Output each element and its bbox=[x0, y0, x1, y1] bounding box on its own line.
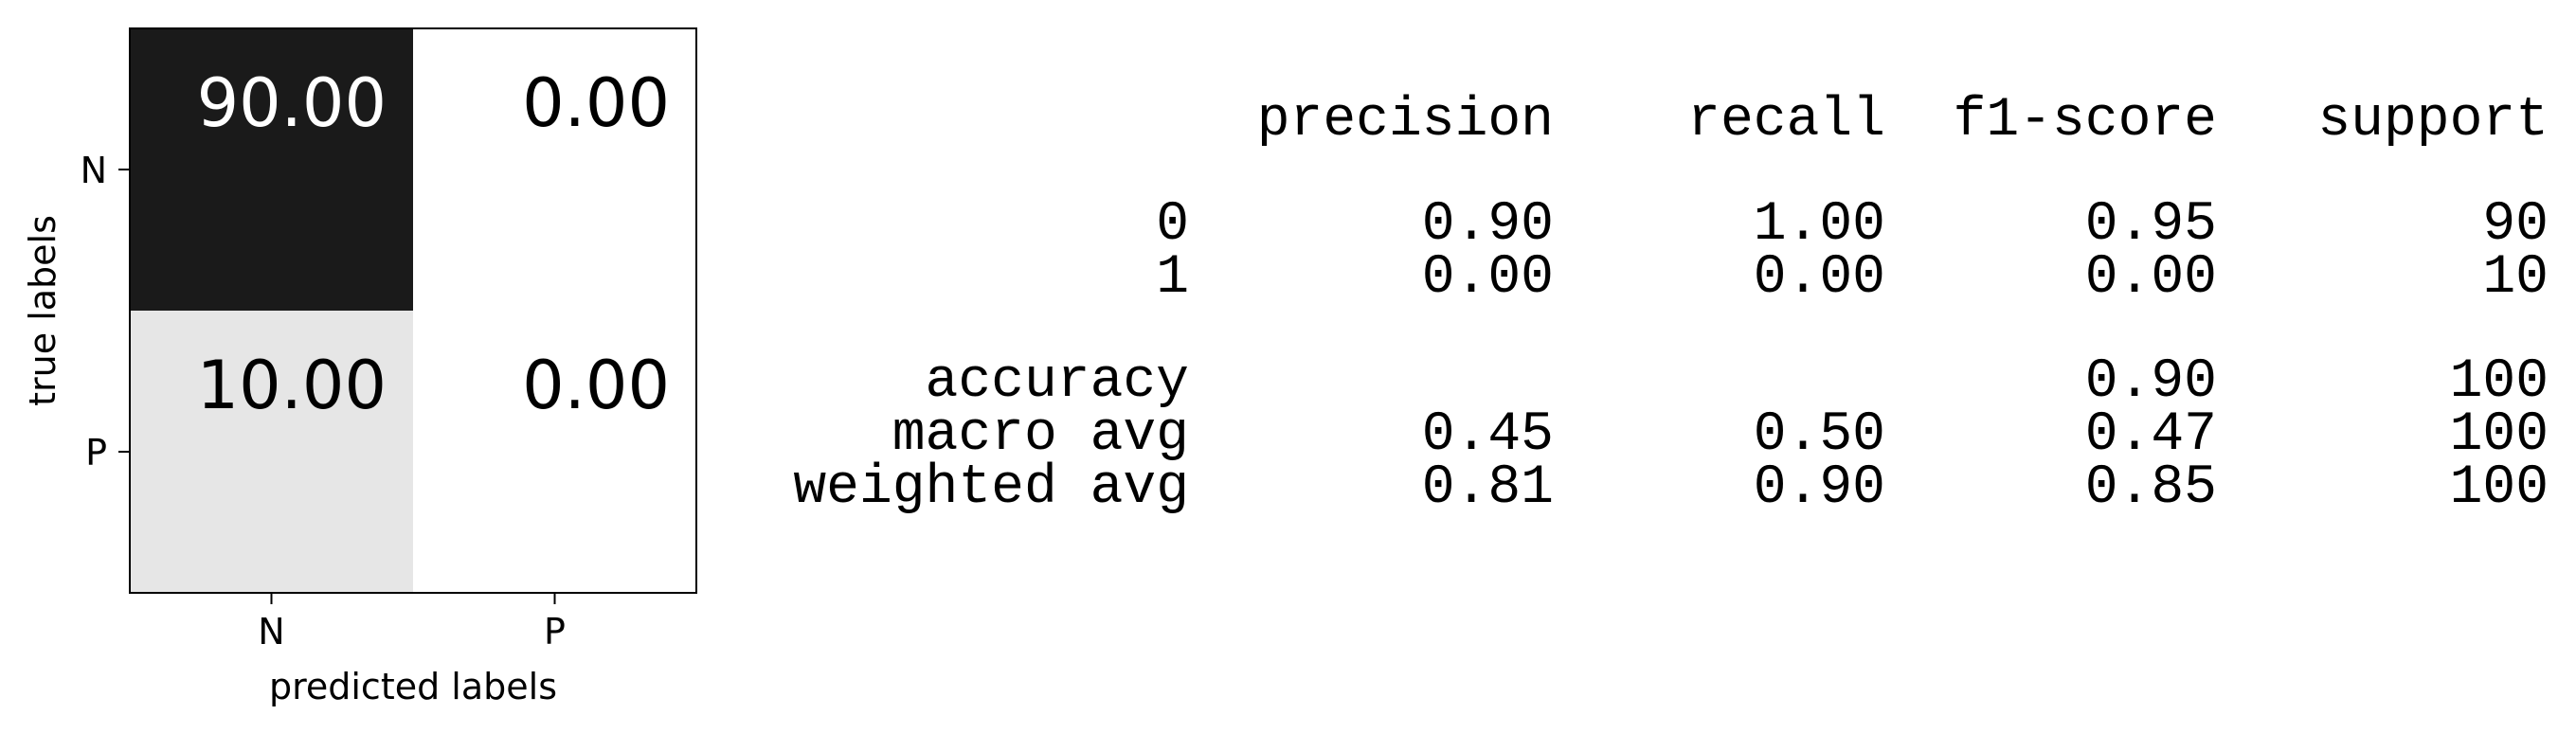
cell-value-P-N: 10.00 bbox=[197, 347, 387, 424]
report-row-label: 0 bbox=[1156, 194, 1189, 256]
x-tick-label-P: P bbox=[544, 611, 566, 653]
report-row-label: macro avg bbox=[892, 404, 1189, 466]
report-cell-support: 10 bbox=[2482, 247, 2549, 309]
x-axis-label: predicted labels bbox=[269, 666, 557, 707]
y-tick-label-P: P bbox=[85, 432, 107, 474]
report-cell-support: 100 bbox=[2449, 457, 2549, 519]
report-cell-f1-score: 0.47 bbox=[2084, 404, 2217, 466]
report-cell-f1-score: 0.95 bbox=[2084, 194, 2217, 256]
report-cell-precision: 0.81 bbox=[1421, 457, 1554, 519]
report-row-label: accuracy bbox=[925, 351, 1189, 413]
report-row-label: 1 bbox=[1156, 247, 1189, 309]
report-cell-f1-score: 0.90 bbox=[2084, 351, 2217, 413]
report-cell-recall: 0.00 bbox=[1753, 247, 1885, 309]
column-header-support: support bbox=[2317, 90, 2549, 152]
report-cell-recall: 0.50 bbox=[1753, 404, 1885, 466]
x-tick-label-N: N bbox=[258, 611, 284, 653]
report-cell-support: 90 bbox=[2482, 194, 2549, 256]
report-cell-precision: 0.45 bbox=[1421, 404, 1554, 466]
report-row-label: weighted avg bbox=[793, 457, 1189, 519]
report-cell-f1-score: 0.00 bbox=[2084, 247, 2217, 309]
report-cell-f1-score: 0.85 bbox=[2084, 457, 2217, 519]
report-cell-recall: 1.00 bbox=[1753, 194, 1885, 256]
y-tick-label-N: N bbox=[81, 150, 107, 191]
report-cell-precision: 0.00 bbox=[1421, 247, 1554, 309]
report-cell-recall: 0.90 bbox=[1753, 457, 1885, 519]
report-cell-precision: 0.90 bbox=[1421, 194, 1554, 256]
column-header-precision: precision bbox=[1256, 90, 1554, 152]
report-cell-support: 100 bbox=[2449, 351, 2549, 413]
column-header-f1-score: f1-score bbox=[1953, 90, 2217, 152]
y-axis-label: true labels bbox=[22, 215, 63, 406]
confusion-matrix: 90.00 0.00 10.00 0.00 N P N P predicted labels… bbox=[22, 27, 697, 707]
report-cell-support: 100 bbox=[2449, 404, 2549, 466]
cell-value-N-P: 0.00 bbox=[522, 64, 670, 142]
confusion-matrix-cells: 90.00 0.00 10.00 0.00 bbox=[130, 28, 696, 593]
cell-value-P-P: 0.00 bbox=[522, 347, 670, 424]
column-header-recall: recall bbox=[1687, 90, 1885, 152]
cell-value-N-N: 90.00 bbox=[197, 64, 387, 142]
